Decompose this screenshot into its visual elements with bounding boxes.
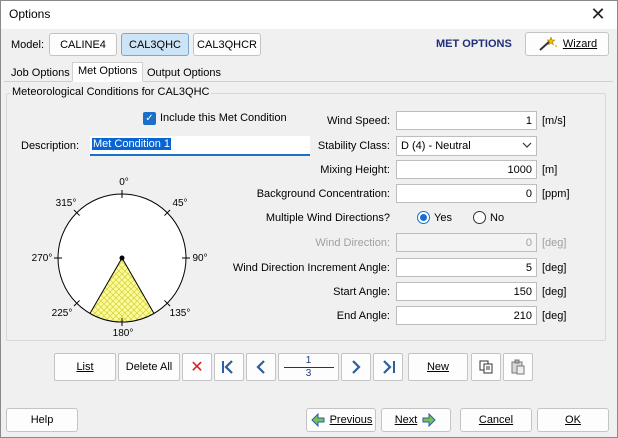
tab-output-options[interactable]: Output Options xyxy=(141,64,227,82)
mixing-height-label: Mixing Height: xyxy=(320,164,390,176)
new-record-button[interactable]: New xyxy=(408,353,468,381)
cancel-button[interactable]: Cancel xyxy=(460,408,532,432)
wizard-wand-icon xyxy=(539,36,557,51)
background-conc-label: Background Concentration: xyxy=(256,188,390,200)
wind-speed-label: Wind Speed: xyxy=(327,115,390,127)
current-record: 1 xyxy=(305,354,312,366)
next-button[interactable]: Next xyxy=(381,408,451,432)
previous-record-button[interactable] xyxy=(246,353,276,381)
increment-angle-unit: [deg] xyxy=(542,262,567,274)
wizard-label: Wizard xyxy=(562,38,598,50)
total-records: 3 xyxy=(305,367,312,379)
next-arrow-icon xyxy=(422,413,437,427)
wind-direction-unit: [deg] xyxy=(542,237,567,249)
compass-label-270: 270° xyxy=(32,253,53,264)
chevron-down-icon xyxy=(522,138,532,155)
group-title: Meteorological Conditions for CAL3QHC xyxy=(10,86,212,98)
wind-speed-input[interactable]: 1 xyxy=(396,111,537,130)
met-options-heading: MET OPTIONS xyxy=(436,38,512,50)
compass-label-135: 135° xyxy=(170,308,191,319)
compass-label-90: 90° xyxy=(192,253,207,264)
copy-button[interactable] xyxy=(471,353,501,381)
start-angle-label: Start Angle: xyxy=(333,286,390,298)
delete-x-icon: ✕ xyxy=(190,359,204,376)
mixing-height-input[interactable]: 1000 xyxy=(396,160,537,179)
wind-direction-label: Wind Direction: xyxy=(315,237,390,249)
multiple-wind-yes-radio[interactable] xyxy=(417,211,430,224)
tab-job-options[interactable]: Job Options xyxy=(5,64,76,82)
multiple-wind-yes-label: Yes xyxy=(434,212,452,224)
first-record-button[interactable] xyxy=(214,353,244,381)
first-record-icon xyxy=(222,360,233,374)
tab-met-options[interactable]: Met Options xyxy=(72,62,144,82)
model-cal3qhcr-button[interactable]: CAL3QHCR xyxy=(193,33,261,56)
previous-record-icon xyxy=(256,360,265,374)
increment-angle-label: Wind Direction Increment Angle: xyxy=(232,262,390,274)
multiple-wind-no-radio[interactable] xyxy=(473,211,486,224)
wind-direction-compass: 0° 45° 90° 135° 180° 225° 270° 315° xyxy=(32,177,208,339)
paste-icon xyxy=(511,359,525,375)
last-record-button[interactable] xyxy=(373,353,403,381)
compass-label-315: 315° xyxy=(56,198,77,209)
ok-button[interactable]: OK xyxy=(537,408,609,432)
close-icon[interactable]: ✕ xyxy=(585,3,611,25)
wind-direction-input[interactable]: 0 xyxy=(396,233,537,252)
model-caline4-button[interactable]: CALINE4 xyxy=(49,33,117,56)
compass-label-180: 180° xyxy=(113,328,134,339)
compass-label-45: 45° xyxy=(172,198,187,209)
end-angle-label: End Angle: xyxy=(336,310,390,322)
title-bar: Options ✕ xyxy=(1,1,617,29)
model-cal3qhc-button[interactable]: CAL3QHC xyxy=(121,33,189,56)
paste-button[interactable] xyxy=(503,353,533,381)
stability-class-select[interactable]: D (4) - Neutral xyxy=(396,136,537,156)
end-angle-input[interactable]: 210 xyxy=(396,306,537,325)
stability-class-label: Stability Class: xyxy=(317,140,390,152)
compass-center xyxy=(119,255,125,261)
next-record-button[interactable] xyxy=(341,353,371,381)
mixing-height-unit: [m] xyxy=(542,164,558,176)
compass-label-0: 0° xyxy=(119,177,129,188)
previous-arrow-icon xyxy=(310,413,325,427)
window-title: Options xyxy=(9,7,51,21)
last-record-icon xyxy=(383,360,395,374)
description-label: Description: xyxy=(21,140,80,152)
record-counter: 1 3 xyxy=(278,353,339,381)
delete-all-button[interactable]: Delete All xyxy=(118,353,180,381)
include-checkbox[interactable]: ✓ xyxy=(143,112,156,125)
model-label: Model: xyxy=(11,39,45,51)
next-record-icon xyxy=(352,360,361,374)
wizard-button[interactable]: Wizard xyxy=(525,32,609,56)
end-angle-unit: [deg] xyxy=(542,310,567,322)
delete-button[interactable]: ✕ xyxy=(182,353,212,381)
start-angle-unit: [deg] xyxy=(542,286,567,298)
multiple-wind-label: Multiple Wind Directions? xyxy=(265,212,390,224)
previous-button[interactable]: Previous xyxy=(306,408,376,432)
multiple-wind-no-label: No xyxy=(490,212,505,224)
list-button[interactable]: List xyxy=(54,353,116,381)
start-angle-input[interactable]: 150 xyxy=(396,282,537,301)
compass-label-225: 225° xyxy=(52,308,73,319)
background-conc-unit: [ppm] xyxy=(542,188,570,200)
wind-speed-unit: [m/s] xyxy=(542,115,566,127)
description-value: Met Condition 1 xyxy=(92,138,172,150)
increment-angle-input[interactable]: 5 xyxy=(396,258,537,277)
help-button[interactable]: Help xyxy=(6,408,78,432)
background-conc-input[interactable]: 0 xyxy=(396,184,537,203)
copy-icon xyxy=(479,360,493,374)
